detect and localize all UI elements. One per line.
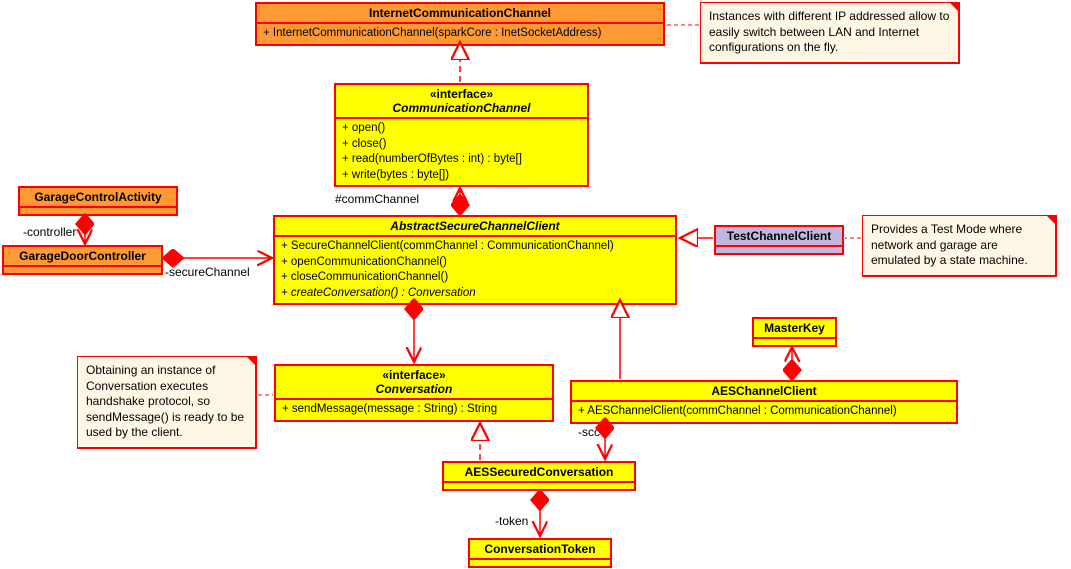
member: + close() <box>342 137 581 153</box>
class-title: GarageControlActivity <box>20 188 176 206</box>
class-title: InternetCommunicationChannel <box>257 4 663 24</box>
member: + createConversation() : Conversation <box>281 286 669 302</box>
class-name: CommunicationChannel <box>392 101 530 115</box>
empty-members <box>754 337 835 345</box>
note-text: Provides a Test Mode where network and g… <box>871 222 1028 267</box>
label-controller: -controller <box>23 225 76 239</box>
member: + openCommunicationChannel() <box>281 255 669 271</box>
class-title: «interface» CommunicationChannel <box>336 85 587 119</box>
member: + open() <box>342 121 581 137</box>
note-conversation: Obtaining an instance of Conversation ex… <box>77 356 257 449</box>
empty-members <box>716 245 842 253</box>
interface-conversation: «interface» Conversation + sendMessage(m… <box>274 364 554 422</box>
class-title: MasterKey <box>754 319 835 337</box>
note-text: Obtaining an instance of Conversation ex… <box>86 363 244 439</box>
class-title: TestChannelClient <box>716 227 842 245</box>
member: + write(bytes : byte[]) <box>342 168 581 184</box>
stereotype: «interface» <box>382 368 445 382</box>
class-title: AESSecuredConversation <box>444 463 634 481</box>
class-members: + SecureChannelClient(commChannel : Comm… <box>275 237 675 303</box>
empty-members <box>444 481 634 489</box>
member: + AESChannelClient(commChannel : Communi… <box>578 404 950 420</box>
class-title: AESChannelClient <box>572 382 956 402</box>
member: + SecureChannelClient(commChannel : Comm… <box>281 239 669 255</box>
class-title: AbstractSecureChannelClient <box>275 217 675 237</box>
member: + sendMessage(message : String) : String <box>282 402 546 418</box>
stereotype: «interface» <box>430 87 493 101</box>
class-test-channel-client: TestChannelClient <box>714 225 844 255</box>
member: + closeCommunicationChannel() <box>281 270 669 286</box>
class-aes-channel-client: AESChannelClient + AESChannelClient(comm… <box>570 380 958 424</box>
class-title: GarageDoorController <box>4 247 161 265</box>
class-aes-secured-conversation: AESSecuredConversation <box>442 461 636 491</box>
class-members: + InternetCommunicationChannel(sparkCore… <box>257 24 663 44</box>
class-members: + sendMessage(message : String) : String <box>276 400 552 420</box>
empty-members <box>4 265 161 273</box>
class-title: «interface» Conversation <box>276 366 552 400</box>
class-master-key: MasterKey <box>752 317 837 347</box>
interface-communication-channel: «interface» CommunicationChannel + open(… <box>334 83 589 187</box>
class-garage-door-controller: GarageDoorController <box>2 245 163 275</box>
empty-members <box>20 206 176 214</box>
label-comm-channel: #commChannel <box>335 192 419 206</box>
class-internet-communication-channel: InternetCommunicationChannel + InternetC… <box>255 2 665 46</box>
note-test: Provides a Test Mode where network and g… <box>862 215 1057 277</box>
label-scc: -scc <box>578 425 600 439</box>
class-garage-control-activity: GarageControlActivity <box>18 186 178 216</box>
note-text: Instances with different IP addressed al… <box>709 9 949 54</box>
class-name: Conversation <box>376 382 453 396</box>
member: + InternetCommunicationChannel(sparkCore… <box>263 26 657 42</box>
class-conversation-token: ConversationToken <box>468 538 612 568</box>
empty-members <box>470 558 610 566</box>
class-abstract-secure-channel-client: AbstractSecureChannelClient + SecureChan… <box>273 215 677 305</box>
class-members: + open() + close() + read(numberOfBytes … <box>336 119 587 185</box>
class-members: + AESChannelClient(commChannel : Communi… <box>572 402 956 422</box>
note-ip: Instances with different IP addressed al… <box>700 2 960 64</box>
label-secure-channel: -secureChannel <box>165 265 250 279</box>
class-title: ConversationToken <box>470 540 610 558</box>
label-token: -token <box>495 514 528 528</box>
member: + read(numberOfBytes : int) : byte[] <box>342 152 581 168</box>
